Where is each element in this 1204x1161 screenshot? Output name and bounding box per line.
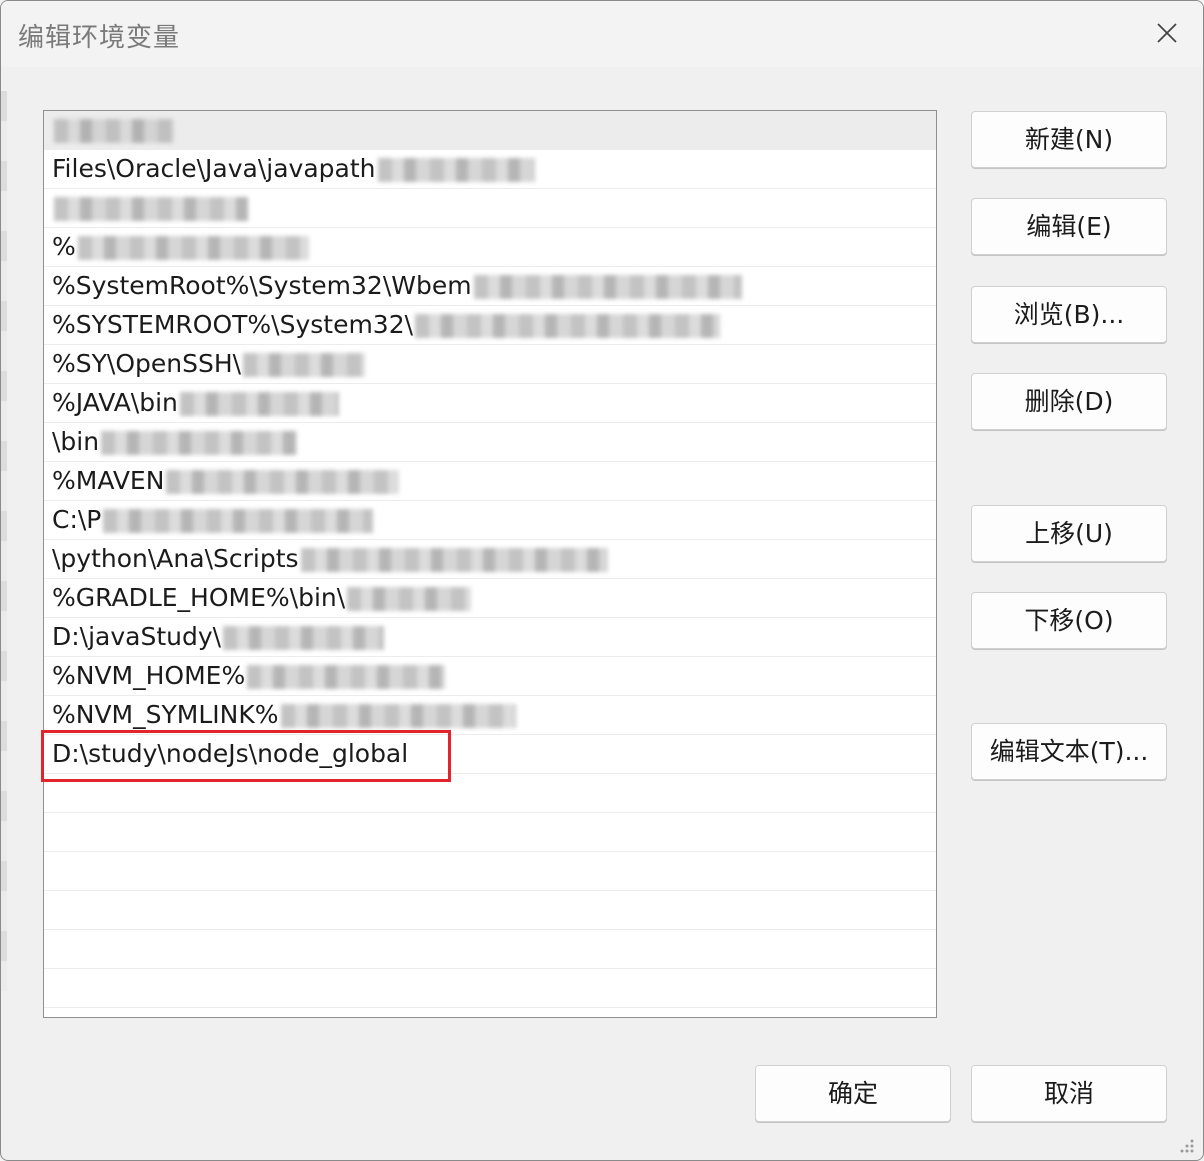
path-entries-list[interactable]: Files\Oracle\Java\javapath% %SystemRoot%\… — [43, 110, 937, 1018]
window-edge-smudge — [1, 91, 7, 991]
list-item-text: % — [52, 232, 76, 261]
list-item[interactable]: %NVM_HOME% — [44, 657, 936, 696]
ok-button[interactable]: 确定 — [755, 1065, 951, 1122]
window-title: 编辑环境变量 — [18, 23, 181, 53]
list-item[interactable]: %NVM_SYMLINK% — [44, 696, 936, 735]
redaction-mosaic — [377, 158, 535, 182]
redaction-mosaic — [473, 275, 742, 299]
list-item-text: C:\P — [52, 505, 102, 534]
list-item-text: Files\Oracle\Java\javapath — [52, 154, 376, 183]
redaction-mosaic — [347, 587, 472, 611]
list-item[interactable]: C:\P — [44, 501, 936, 540]
list-item-text: %SystemRoot%\System32\Wbem — [52, 271, 472, 300]
redaction-mosaic — [179, 392, 339, 416]
edit-text-button[interactable]: 编辑文本(T)... — [971, 723, 1167, 780]
move-down-button[interactable]: 下移(O) — [971, 592, 1167, 649]
list-item[interactable] — [44, 930, 936, 969]
new-button[interactable]: 新建(N) — [971, 111, 1167, 168]
edit-env-var-dialog: 编辑环境变量 Files\Oracle\Java\javapath% %Syste… — [0, 0, 1204, 1161]
title-bar[interactable]: 编辑环境变量 — [1, 1, 1203, 67]
list-item[interactable]: %JAVA\bin — [44, 384, 936, 423]
list-item-text: %SY\OpenSSH\ — [52, 349, 242, 378]
list-item[interactable] — [44, 189, 936, 228]
redaction-mosaic — [415, 314, 721, 338]
edit-button[interactable]: 编辑(E) — [971, 198, 1167, 255]
redaction-mosaic — [166, 470, 400, 494]
list-item[interactable]: D:\javaStudy\ — [44, 618, 936, 657]
redaction-mosaic — [54, 197, 248, 221]
list-item-text: %JAVA\bin — [52, 388, 178, 417]
list-item[interactable] — [44, 813, 936, 852]
redaction-mosaic — [101, 431, 298, 455]
list-item[interactable] — [44, 852, 936, 891]
list-item[interactable] — [44, 111, 936, 150]
redaction-mosaic — [54, 119, 174, 143]
list-item[interactable]: \python\Ana\Scripts — [44, 540, 936, 579]
list-item-text: D:\javaStudy\ — [52, 622, 222, 651]
list-item[interactable] — [44, 891, 936, 930]
list-item-text: %SYSTEMROOT%\System32\ — [52, 310, 414, 339]
list-item-text: %MAVEN — [52, 466, 165, 495]
redaction-mosaic — [223, 626, 385, 650]
redaction-mosaic — [300, 548, 608, 572]
list-item[interactable]: Files\Oracle\Java\javapath — [44, 150, 936, 189]
redaction-mosaic — [77, 236, 309, 260]
list-item[interactable]: %MAVEN — [44, 462, 936, 501]
list-item[interactable]: %SY\OpenSSH\ — [44, 345, 936, 384]
resize-grip-icon[interactable] — [1177, 1136, 1195, 1154]
cancel-button[interactable]: 取消 — [971, 1065, 1167, 1122]
delete-button[interactable]: 删除(D) — [971, 373, 1167, 430]
list-item[interactable]: %GRADLE_HOME%\bin\ — [44, 579, 936, 618]
list-item[interactable] — [44, 774, 936, 813]
list-item-text: \bin — [52, 427, 100, 456]
list-item[interactable] — [44, 969, 936, 1008]
list-item-text: %GRADLE_HOME%\bin\ — [52, 583, 346, 612]
list-item-text: %NVM_SYMLINK% — [52, 700, 279, 729]
list-item-text: D:\study\nodeJs\node_global — [52, 739, 409, 768]
list-item[interactable]: % — [44, 228, 936, 267]
list-item[interactable]: \bin — [44, 423, 936, 462]
list-item[interactable]: D:\study\nodeJs\node_global — [44, 735, 936, 774]
list-item[interactable]: %SystemRoot%\System32\Wbem — [44, 267, 936, 306]
redaction-mosaic — [103, 509, 374, 533]
redaction-mosaic — [280, 704, 516, 728]
redaction-mosaic — [247, 665, 446, 689]
close-button[interactable] — [1149, 15, 1185, 51]
close-icon — [1157, 23, 1177, 43]
move-up-button[interactable]: 上移(U) — [971, 505, 1167, 562]
browse-button[interactable]: 浏览(B)... — [971, 286, 1167, 343]
list-item-text: \python\Ana\Scripts — [52, 544, 299, 573]
redaction-mosaic — [243, 353, 366, 377]
list-item[interactable]: %SYSTEMROOT%\System32\ — [44, 306, 936, 345]
list-item-text: %NVM_HOME% — [52, 661, 246, 690]
